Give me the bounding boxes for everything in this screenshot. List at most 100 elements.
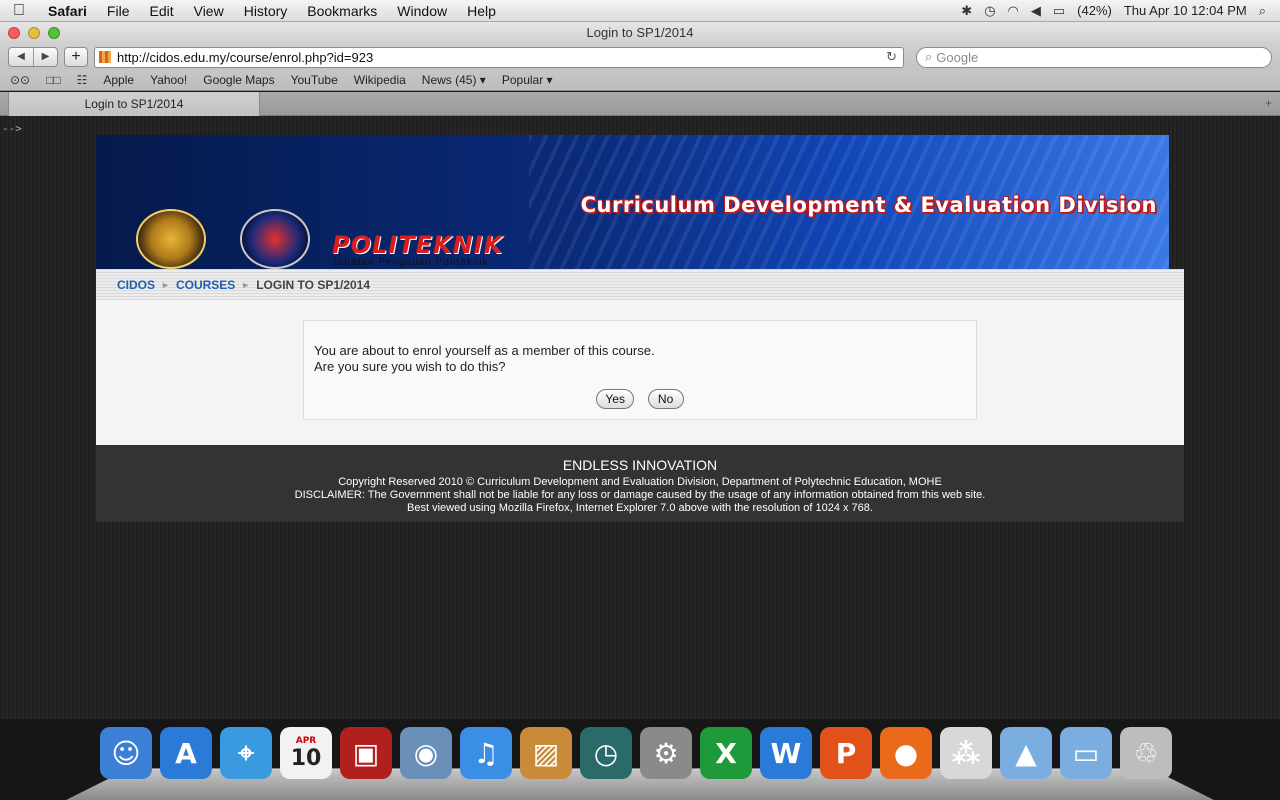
itunes-icon[interactable]: ♫	[460, 727, 512, 779]
finder-icon[interactable]: ☺	[100, 727, 152, 779]
powerpoint-icon[interactable]: P	[820, 727, 872, 779]
tab-login[interactable]: Login to SP1/2014	[8, 92, 260, 116]
back-button[interactable]: ◀	[9, 48, 33, 66]
calendar-day: 10	[290, 745, 322, 771]
forward-button[interactable]: ▶	[33, 48, 57, 66]
confirm-message-line2: Are you sure you wish to do this?	[314, 359, 506, 374]
address-bar[interactable]: http://cidos.edu.my/course/enrol.php?id=…	[94, 46, 904, 68]
coat-of-arms-icon	[136, 209, 206, 269]
bookmark-wikipedia[interactable]: Wikipedia	[354, 73, 406, 87]
footer-disclaimer: DISCLAIMER: The Government shall not be …	[294, 489, 986, 501]
acrobat-icon[interactable]: ⁂	[940, 727, 992, 779]
safari-icon[interactable]: ⌖	[220, 727, 272, 779]
top-sites-grid-icon[interactable]: ☷	[77, 73, 88, 87]
iphoto-icon[interactable]: ▨	[520, 727, 572, 779]
footer-best-viewed: Best viewed using Mozilla Firefox, Inter…	[407, 502, 873, 514]
bookmark-youtube[interactable]: YouTube	[291, 73, 338, 87]
breadcrumb-courses[interactable]: COURSES	[176, 278, 235, 292]
enrol-confirm-box: You are about to enrol yourself as a mem…	[303, 320, 977, 420]
spotlight-icon[interactable]: ⌕	[1259, 3, 1266, 19]
bookmark-news[interactable]: News (45) ▾	[422, 73, 486, 87]
menu-bookmarks[interactable]: Bookmarks	[297, 3, 387, 19]
firefox-icon[interactable]: ●	[880, 727, 932, 779]
volume-icon[interactable]: ◀	[1031, 3, 1041, 19]
menu-history[interactable]: History	[234, 3, 298, 19]
logo-text: POLITEKNIK	[332, 231, 504, 259]
banner-title: Curriculum Development & Evaluation Divi…	[580, 193, 1157, 217]
battery-percent[interactable]: (42%)	[1077, 3, 1112, 18]
breadcrumb: CIDOS ► COURSES ► LOGIN TO SP1/2014	[96, 269, 1184, 300]
minimize-button[interactable]	[28, 27, 40, 39]
stray-comment-text: -->	[2, 122, 22, 135]
site-container: POLITEKNIK Jabatan Pengajian Politeknik …	[96, 135, 1184, 522]
applications-folder-icon[interactable]: ▲	[1000, 727, 1052, 779]
window-titlebar: Login to SP1/2014	[0, 22, 1280, 44]
search-field[interactable]: ⌕ Google	[916, 46, 1272, 68]
confirm-buttons: Yes No	[304, 389, 976, 409]
main-content: You are about to enrol yourself as a mem…	[96, 300, 1184, 445]
status-area: ✱ ◷ ◠ ◀ ▭ (42%) Thu Apr 10 12:04 PM ⌕	[961, 3, 1280, 19]
photo-booth-icon[interactable]: ▣	[340, 727, 392, 779]
add-bookmark-button[interactable]: +	[64, 47, 88, 67]
nav-buttons: ◀ ▶	[8, 47, 58, 67]
site-footer: ENDLESS INNOVATION Copyright Reserved 20…	[96, 445, 1184, 522]
reading-list-icon[interactable]: ⊙⊙	[10, 73, 30, 87]
documents-folder-icon[interactable]: ▭	[1060, 727, 1112, 779]
yes-button[interactable]: Yes	[596, 389, 634, 409]
battery-icon[interactable]: ▭	[1053, 3, 1065, 19]
preview-icon[interactable]: ◉	[400, 727, 452, 779]
logo-subtext: Jabatan Pengajian Politeknik	[332, 257, 489, 268]
bookmarks-bar: ⊙⊙ □□ ☷ Apple Yahoo! Google Maps YouTube…	[0, 70, 1280, 91]
bookmark-yahoo[interactable]: Yahoo!	[150, 73, 187, 87]
search-icon: ⌕	[925, 49, 933, 64]
clock[interactable]: Thu Apr 10 12:04 PM	[1124, 3, 1247, 18]
polytechnic-emblem-icon	[240, 209, 310, 269]
footer-motto: ENDLESS INNOVATION	[562, 457, 718, 473]
browser-toolbar: ◀ ▶ + http://cidos.edu.my/course/enrol.p…	[0, 44, 1280, 70]
breadcrumb-cidos[interactable]: CIDOS	[117, 278, 155, 292]
politeknik-logo: POLITEKNIK Jabatan Pengajian Politeknik	[332, 231, 503, 268]
menu-edit[interactable]: Edit	[139, 3, 183, 19]
app-store-icon[interactable]: A	[160, 727, 212, 779]
breadcrumb-current: LOGIN TO SP1/2014	[256, 277, 371, 292]
bluetooth-icon[interactable]: ✱	[961, 3, 972, 19]
zoom-button[interactable]	[48, 27, 60, 39]
menu-help[interactable]: Help	[457, 3, 506, 19]
time-machine-icon[interactable]: ◷	[580, 727, 632, 779]
window-title: Login to SP1/2014	[586, 25, 694, 40]
new-tab-icon[interactable]: +	[1265, 96, 1272, 110]
breadcrumb-separator-icon: ►	[241, 279, 251, 290]
excel-icon[interactable]: X	[700, 727, 752, 779]
tab-bar: Login to SP1/2014 +	[0, 92, 1280, 116]
bookmark-google-maps[interactable]: Google Maps	[203, 73, 274, 87]
no-button[interactable]: No	[647, 389, 684, 409]
menu-file[interactable]: File	[97, 3, 140, 19]
menu-window[interactable]: Window	[387, 3, 457, 19]
reload-icon[interactable]: ↻	[886, 49, 897, 65]
dock-icons: ☺ A ⌖ APR 10 ▣ ◉ ♫ ▨ ◷ ⚙ X W P ● ⁂ ▲ ▭ ♲	[100, 727, 1172, 779]
trash-icon[interactable]: ♲	[1120, 727, 1172, 779]
calendar-month: APR	[295, 735, 317, 746]
window-controls	[8, 27, 60, 39]
site-banner: POLITEKNIK Jabatan Pengajian Politeknik …	[96, 135, 1169, 269]
url-text[interactable]: http://cidos.edu.my/course/enrol.php?id=…	[117, 50, 886, 65]
wifi-icon[interactable]: ◠	[1008, 3, 1019, 19]
word-icon[interactable]: W	[760, 727, 812, 779]
breadcrumb-separator-icon: ►	[161, 279, 170, 290]
system-preferences-icon[interactable]: ⚙	[640, 727, 692, 779]
menu-app[interactable]: Safari	[38, 3, 97, 19]
close-button[interactable]	[8, 27, 20, 39]
menu-view[interactable]: View	[184, 3, 234, 19]
confirm-message-line1: You are about to enrol yourself as a mem…	[314, 343, 655, 358]
bookmarks-book-icon[interactable]: □□	[46, 73, 61, 87]
calendar-icon[interactable]: APR 10	[280, 727, 332, 779]
page-viewport: --> POLITEKNIK Jabatan Pengajian Politek…	[0, 116, 1280, 719]
menu-bar:  Safari File Edit View History Bookmark…	[0, 0, 1280, 22]
search-placeholder: Google	[936, 49, 979, 65]
apple-icon[interactable]: 	[0, 2, 38, 20]
site-favicon-icon	[99, 51, 111, 63]
bookmark-popular[interactable]: Popular ▾	[502, 73, 553, 87]
footer-copyright: Copyright Reserved 2010 © Curriculum Dev…	[338, 476, 942, 488]
time-machine-status-icon[interactable]: ◷	[984, 3, 995, 19]
bookmark-apple[interactable]: Apple	[103, 73, 134, 87]
